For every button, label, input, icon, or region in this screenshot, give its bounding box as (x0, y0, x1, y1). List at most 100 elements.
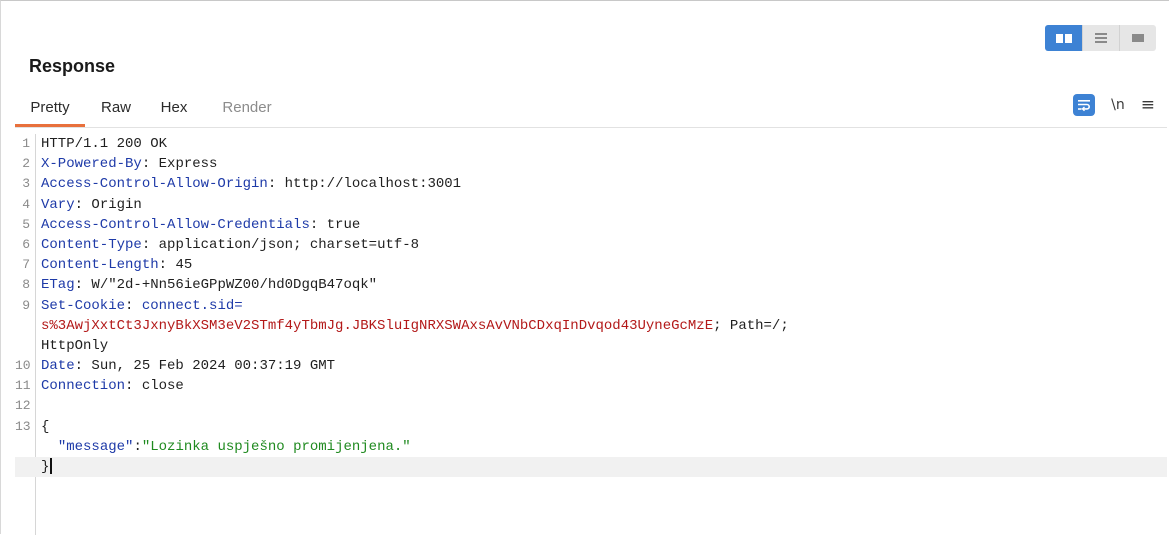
header-value: close (141, 378, 184, 395)
line-content: Date: Sun, 25 Feb 2024 00:37:19 GMT (41, 356, 335, 376)
line-content: Connection: close (41, 376, 184, 396)
code-line: "message":"Lozinka uspješno promijenjena… (15, 437, 1167, 457)
header-separator: : (74, 277, 92, 294)
header-name: ETag (41, 277, 75, 294)
code-line: 4 Vary: Origin (15, 195, 1167, 215)
line-number: 3 (22, 176, 30, 192)
line-number: 9 (22, 297, 30, 313)
response-panel: Response Pretty Raw Hex Render \n ≡ 1 HTT… (0, 0, 1169, 535)
code-line: 10 Date: Sun, 25 Feb 2024 00:37:19 GMT (15, 356, 1167, 376)
split-view-icon[interactable] (1045, 25, 1082, 51)
single-view-icon[interactable] (1119, 25, 1156, 51)
header-separator: : (125, 378, 142, 395)
code-line: 7 Content-Length: 45 (15, 255, 1167, 275)
line-number: 8 (22, 277, 30, 293)
line-content: s%3AwjXxtCt3JxnyBkXSM3eV2STmf4yTbmJg.JBK… (41, 316, 789, 336)
line-number: 12 (15, 398, 31, 414)
header-separator: : (141, 236, 159, 253)
tab-raw[interactable]: Raw (85, 91, 147, 127)
line-number: 1 (22, 136, 30, 151)
code-line: HttpOnly (15, 336, 1167, 356)
code-line: 11 Connection: close (15, 376, 1167, 396)
line-content: HttpOnly (41, 336, 108, 356)
code-line: 2 X-Powered-By: Express (15, 154, 1167, 174)
code-line: 6 Content-Type: application/json; charset… (15, 235, 1167, 255)
rows-view-icon[interactable] (1082, 25, 1119, 51)
tab-render[interactable]: Render (201, 91, 293, 127)
line-content: X-Powered-By: Express (41, 154, 217, 174)
line-number: 6 (22, 236, 30, 252)
line-content: Access-Control-Allow-Credentials: true (41, 215, 360, 235)
json-key: "message" (57, 438, 134, 455)
layout-toggle (1045, 25, 1156, 51)
header-separator: : (74, 196, 92, 213)
text-cursor (50, 458, 53, 475)
header-separator: : (74, 358, 92, 375)
panel-title: Response (29, 56, 116, 76)
header-value: W/"2d-+Nn56ieGPpWZ00/hd0DgqB47oqk" (91, 277, 378, 294)
view-tabs: Pretty Raw Hex Render (15, 91, 293, 127)
line-number: 10 (15, 358, 31, 374)
line-content: ETag: W/"2d-+Nn56ieGPpWZ00/hd0DgqB47oqk" (41, 275, 377, 295)
cookie-attributes: ; Path=/; (713, 317, 789, 334)
code-line: } (15, 457, 1167, 478)
code-line: 1 HTTP/1.1 200 OK (15, 134, 1167, 154)
line-content: } (41, 457, 53, 477)
header-value: Origin (91, 196, 142, 213)
cookie-name: connect.sid= (141, 297, 243, 314)
header-name: Date (41, 358, 75, 375)
word-wrap-icon[interactable] (1073, 94, 1096, 116)
line-number: 5 (22, 216, 30, 232)
plain-text: HttpOnly (41, 337, 109, 354)
header-name: Access-Control-Allow-Origin (41, 176, 268, 193)
plain-text: } (41, 459, 50, 475)
plain-text: HTTP/1.1 200 OK (41, 136, 168, 152)
header-value: http://localhost:3001 (284, 176, 462, 193)
header-separator: : (141, 156, 159, 173)
header-value: application/json; charset=utf-8 (158, 236, 420, 253)
show-newlines-button[interactable]: \n (1111, 97, 1125, 113)
line-number: 11 (15, 378, 31, 394)
header-name: X-Powered-By (41, 156, 142, 173)
header-value: Sun, 25 Feb 2024 00:37:19 GMT (91, 358, 336, 375)
header-name: Set-Cookie (41, 297, 126, 314)
header-separator: : (158, 257, 176, 274)
tab-pretty[interactable]: Pretty (15, 91, 85, 127)
line-content: HTTP/1.1 200 OK (41, 134, 167, 154)
header-name: Content-Length (41, 257, 159, 274)
line-content: { (41, 417, 49, 437)
line-number: 2 (22, 156, 30, 172)
tab-hex[interactable]: Hex (147, 91, 201, 127)
json-string-value: "Lozinka uspješno promijenjena." (141, 438, 411, 455)
line-number: 4 (22, 196, 30, 212)
header-separator: : (125, 297, 142, 314)
line-content: Access-Control-Allow-Origin: http://loca… (41, 174, 461, 194)
editor-tools: \n ≡ (1073, 94, 1155, 116)
header-name: Access-Control-Allow-Credentials (41, 216, 310, 233)
code-line: 13 { (15, 417, 1167, 437)
header-value: Express (158, 156, 218, 173)
code-line: 9 Set-Cookie: connect.sid= (15, 296, 1167, 316)
header-separator: : (267, 176, 285, 193)
line-content: Content-Type: application/json; charset=… (41, 235, 419, 255)
line-content: "message":"Lozinka uspješno promijenjena… (41, 437, 411, 457)
code-line: 12 (15, 396, 1167, 416)
line-content: Set-Cookie: connect.sid= (41, 296, 243, 316)
header-name: Connection (41, 378, 126, 395)
tab-divider (15, 127, 1167, 128)
code-line: 5 Access-Control-Allow-Credentials: true (15, 215, 1167, 235)
response-editor[interactable]: 1 HTTP/1.1 200 OK 2 X-Powered-By: Express 3 A… (15, 134, 1167, 535)
hamburger-menu-icon[interactable]: ≡ (1141, 95, 1155, 115)
code-line: s%3AwjXxtCt3JxnyBkXSM3eV2STmf4yTbmJg.JBK… (15, 316, 1167, 336)
plain-text: { (41, 418, 50, 435)
json-separator: : (133, 438, 142, 455)
line-content: Vary: Origin (41, 195, 142, 215)
header-name: Content-Type (41, 236, 142, 253)
code-line: 3 Access-Control-Allow-Origin: http://loc… (15, 174, 1167, 194)
line-number: 7 (22, 257, 30, 273)
header-name: Vary (41, 196, 75, 213)
header-value: 45 (175, 257, 193, 274)
line-content: Content-Length: 45 (41, 255, 192, 275)
line-number: 13 (15, 418, 31, 434)
